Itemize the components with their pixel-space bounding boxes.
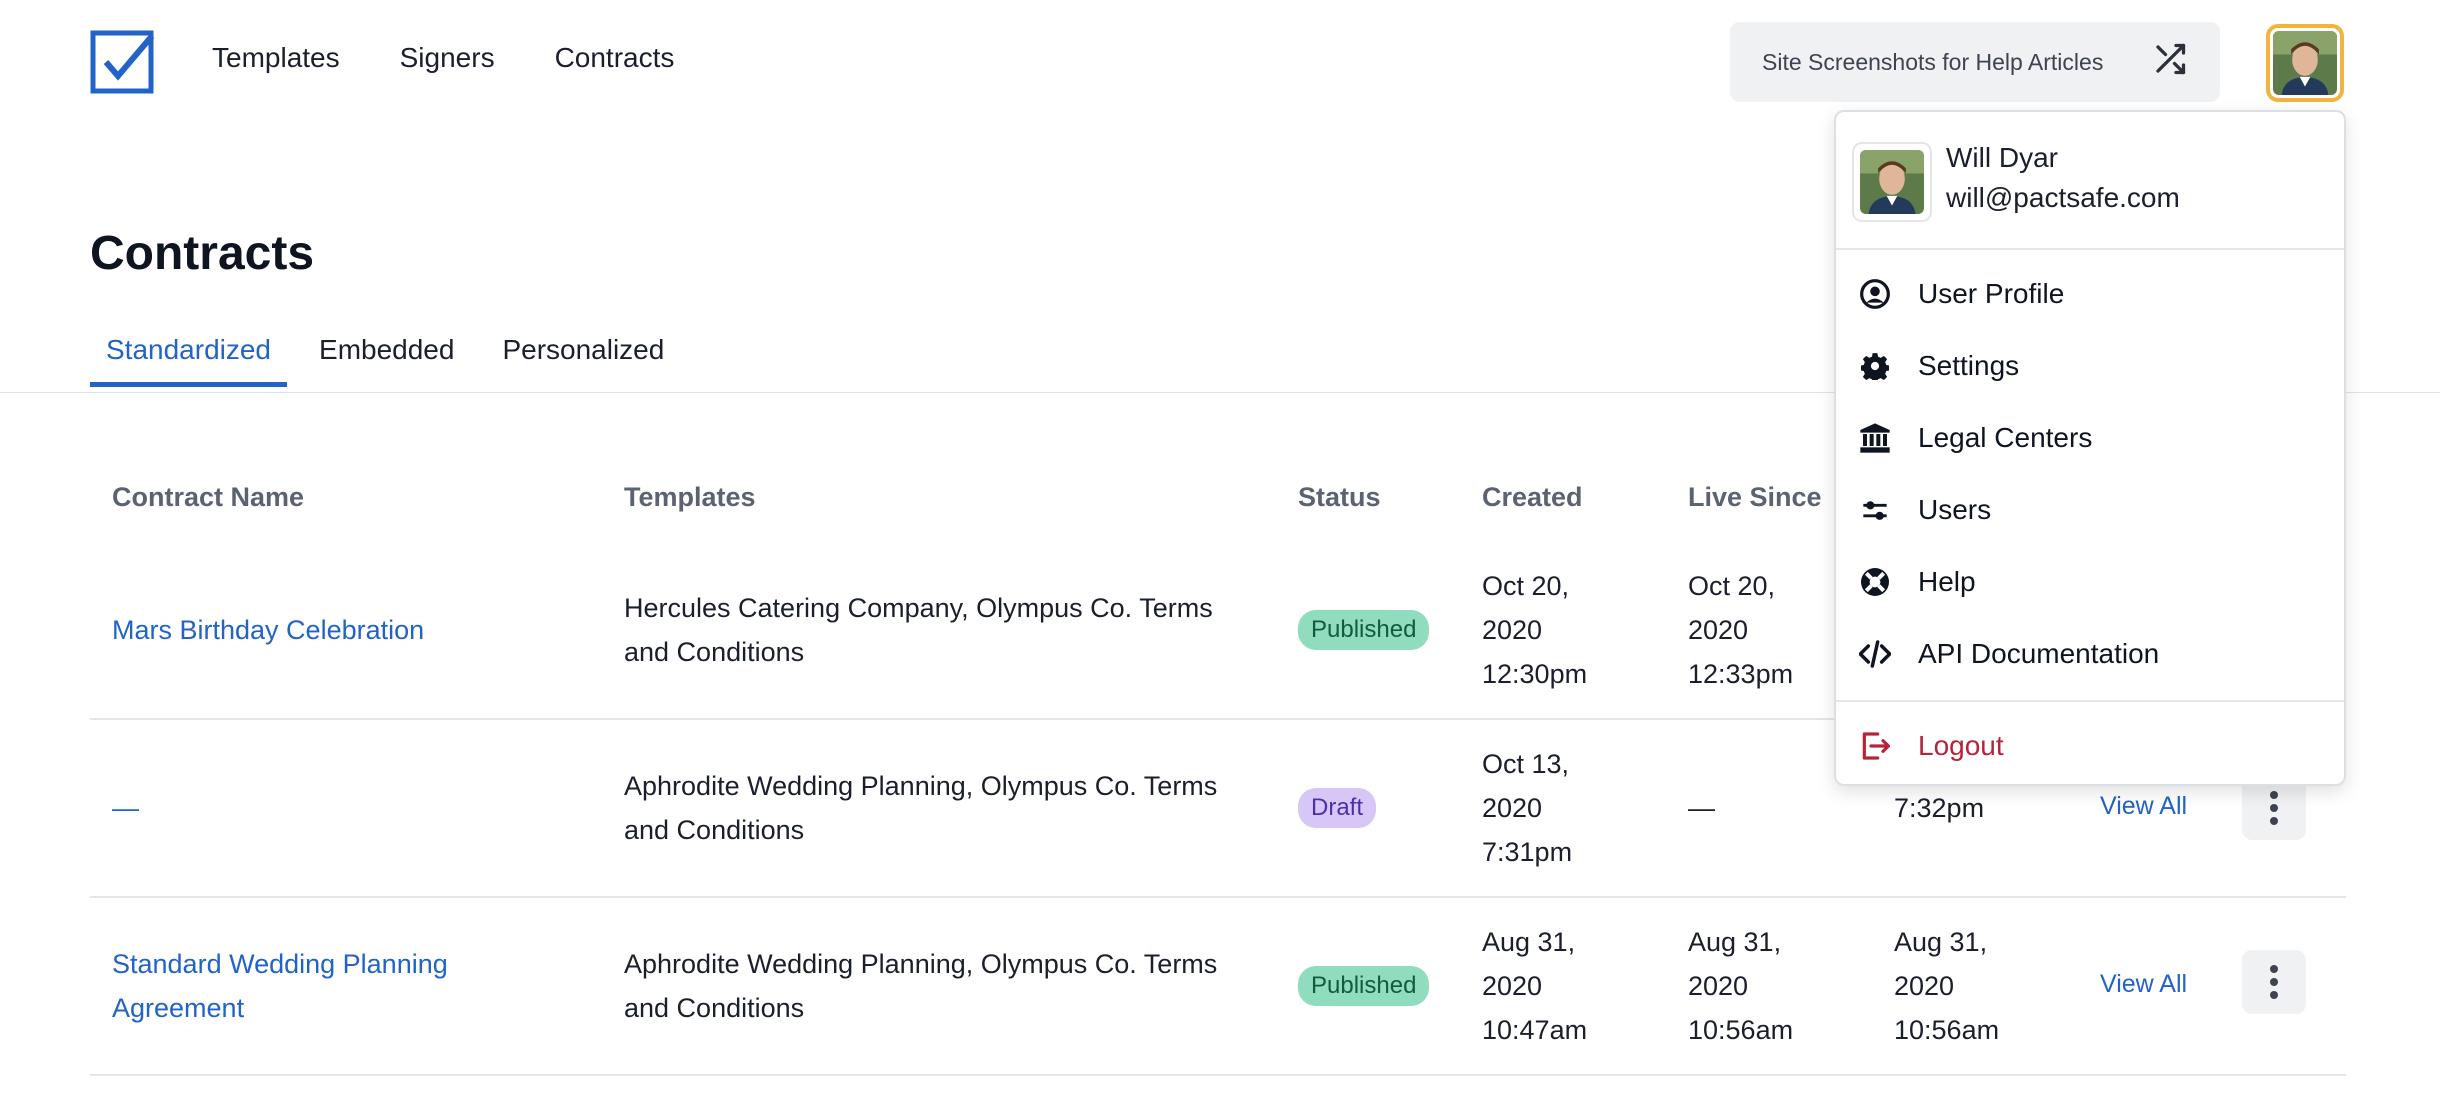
menu-user-info: Will Dyar will@pactsafe.com [1836, 112, 2344, 250]
status-badge: Published [1298, 966, 1430, 1006]
user-name: Will Dyar [1946, 142, 2058, 173]
status-badge: Draft [1298, 788, 1377, 828]
live-since-date: Oct 20, [1688, 571, 1776, 601]
header-status[interactable]: Status [1298, 482, 1381, 513]
contract-name-link[interactable]: Mars Birthday Celebration [112, 608, 424, 652]
menu-divider [1836, 700, 2344, 702]
kebab-icon [2270, 791, 2278, 825]
header-live-since[interactable]: Live Since [1688, 482, 1822, 513]
header-templates[interactable]: Templates [624, 482, 756, 513]
menu-avatar [1852, 142, 1932, 222]
created-date: Oct 20, [1482, 571, 1570, 601]
contract-name-link[interactable]: Standard Wedding Planning [112, 942, 448, 986]
bank-icon [1858, 421, 1892, 455]
menu-item-label: Help [1918, 566, 1976, 597]
templates-line: and Conditions [624, 993, 805, 1023]
created-date: Oct 13, [1482, 749, 1570, 779]
tab-personalized[interactable]: Personalized [486, 330, 680, 387]
menu-item-settings[interactable]: Settings [1836, 336, 2344, 396]
contract-name-link[interactable]: Agreement [112, 986, 448, 1030]
shuffle-icon [2152, 41, 2188, 83]
app-logo[interactable] [90, 30, 155, 94]
page-title: Contracts [90, 227, 315, 280]
header-created[interactable]: Created [1482, 482, 1583, 513]
nav-contracts[interactable]: Contracts [555, 42, 675, 74]
live-since-value: — [1688, 793, 1715, 823]
status-badge: Published [1298, 610, 1430, 650]
updated-year: 2020 [1894, 971, 1955, 1001]
user-dropdown-menu: Will Dyar will@pactsafe.com User Profile… [1834, 110, 2346, 786]
menu-item-label: Logout [1918, 730, 2004, 761]
view-all-link[interactable]: View All [2100, 792, 2187, 821]
created-year: 2020 [1482, 793, 1543, 823]
gear-icon [1858, 349, 1892, 383]
live-since-time: 12:33pm [1688, 659, 1794, 689]
menu-item-help[interactable]: Help [1836, 552, 2344, 612]
lifebuoy-icon [1858, 565, 1892, 599]
templates-line: and Conditions [624, 815, 805, 845]
contract-tabs: Standardized Embedded Personalized [90, 330, 696, 387]
tab-embedded[interactable]: Embedded [303, 330, 470, 387]
created-year: 2020 [1482, 615, 1543, 645]
workspace-switcher[interactable]: Site Screenshots for Help Articles [1730, 22, 2220, 102]
menu-item-legal-centers[interactable]: Legal Centers [1836, 408, 2344, 468]
user-email: will@pactsafe.com [1946, 182, 2180, 213]
live-since-time: 10:56am [1688, 1015, 1794, 1045]
live-since-date: Aug 31, [1688, 927, 1782, 957]
user-avatar-button[interactable] [2266, 24, 2344, 102]
created-time: 12:30pm [1482, 659, 1588, 689]
top-nav: Templates Signers Contracts [212, 42, 674, 74]
avatar [1860, 150, 1924, 214]
view-all-link[interactable]: View All [2100, 970, 2187, 999]
menu-item-logout[interactable]: Logout [1836, 716, 2344, 776]
sliders-icon [1858, 493, 1892, 527]
live-since-year: 2020 [1688, 971, 1749, 1001]
code-icon [1858, 637, 1892, 671]
menu-item-api-documentation[interactable]: API Documentation [1836, 624, 2344, 684]
menu-item-label: User Profile [1918, 278, 2065, 309]
table-row: Standard Wedding Planning Agreement Aphr… [90, 898, 2346, 1076]
updated-date: Aug 31, [1894, 927, 1988, 957]
created-time: 7:31pm [1482, 837, 1573, 867]
menu-item-label: Settings [1918, 350, 2020, 381]
contract-name-link[interactable]: — [112, 786, 139, 830]
created-year: 2020 [1482, 971, 1543, 1001]
templates-line: Hercules Catering Company, Olympus Co. T… [624, 593, 1213, 623]
nav-templates[interactable]: Templates [212, 42, 340, 74]
row-actions-button[interactable] [2242, 950, 2306, 1014]
created-date: Aug 31, [1482, 927, 1576, 957]
avatar [2273, 31, 2337, 95]
workspace-name: Site Screenshots for Help Articles [1762, 48, 2104, 75]
logout-icon [1858, 729, 1892, 763]
created-time: 10:47am [1482, 1015, 1588, 1045]
templates-line: and Conditions [624, 637, 805, 667]
menu-item-user-profile[interactable]: User Profile [1836, 264, 2344, 324]
tab-standardized[interactable]: Standardized [90, 330, 288, 387]
nav-signers[interactable]: Signers [400, 42, 495, 74]
menu-item-label: API Documentation [1918, 638, 2160, 669]
updated-time: 10:56am [1894, 1015, 2000, 1045]
updated-time: 7:32pm [1894, 793, 1985, 823]
templates-line: Aphrodite Wedding Planning, Olympus Co. … [624, 771, 1218, 801]
live-since-year: 2020 [1688, 615, 1749, 645]
menu-item-label: Users [1918, 494, 1992, 525]
kebab-icon [2270, 965, 2278, 999]
menu-item-users[interactable]: Users [1836, 480, 2344, 540]
header-contract-name[interactable]: Contract Name [112, 482, 304, 513]
templates-line: Aphrodite Wedding Planning, Olympus Co. … [624, 949, 1218, 979]
user-circle-icon [1858, 277, 1892, 311]
menu-item-label: Legal Centers [1918, 422, 2093, 453]
